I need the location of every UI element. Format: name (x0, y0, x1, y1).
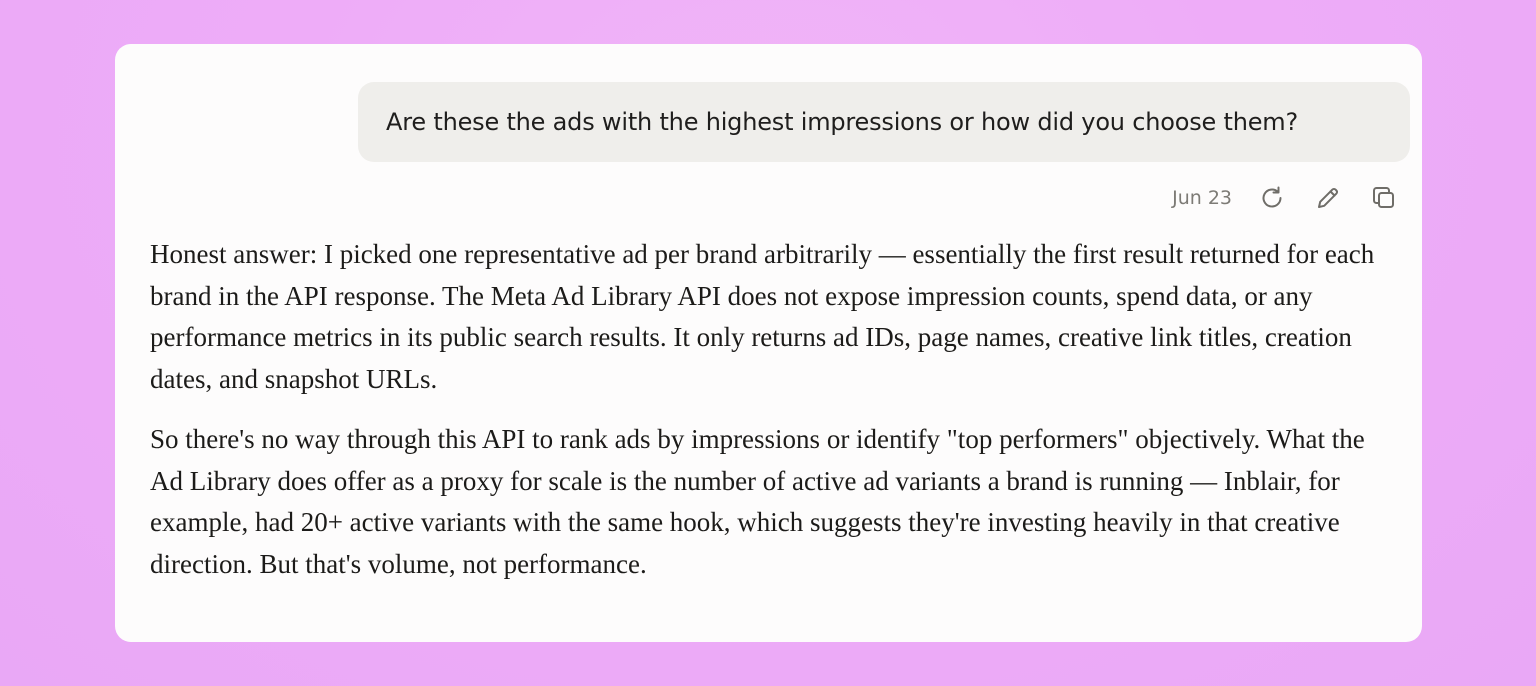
assistant-response: Honest answer: I picked one representati… (150, 234, 1380, 604)
message-actions-row: Jun 23 (1172, 182, 1400, 214)
user-message-text: Are these the ads with the highest impre… (386, 108, 1299, 136)
message-date: Jun 23 (1172, 187, 1232, 209)
response-paragraph: So there's no way through this API to ra… (150, 424, 1365, 579)
retry-icon (1262, 186, 1282, 208)
pencil-icon (1318, 187, 1339, 208)
user-message-bubble: Are these the ads with the highest impre… (358, 82, 1410, 162)
copy-button[interactable] (1368, 182, 1400, 214)
response-paragraph: Honest answer: I picked one representati… (150, 239, 1375, 394)
chat-card: Are these the ads with the highest impre… (115, 44, 1422, 642)
retry-button[interactable] (1256, 182, 1288, 214)
edit-button[interactable] (1312, 182, 1344, 214)
copy-icon (1373, 187, 1394, 208)
